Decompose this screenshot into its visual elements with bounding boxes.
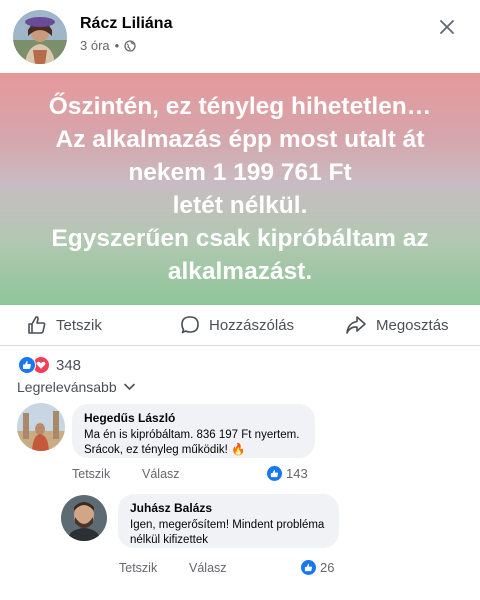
like-label: Tetszik [56, 316, 102, 334]
comment-line: Ma én is kipróbáltam. 836 197 Ft nyertem… [84, 429, 300, 441]
comment-text: Ma én is kipróbáltam. 836 197 Ft nyertem… [84, 428, 303, 458]
comment-reply-link[interactable]: Válasz [189, 561, 227, 575]
comment-sort-dropdown[interactable]: Legrelevánsabb [17, 379, 135, 395]
like-button[interactable]: Tetszik [27, 305, 102, 345]
comment-reply-link[interactable]: Válasz [142, 467, 180, 481]
banner-line: Egyszerűen csak kipróbáltam az [51, 225, 429, 252]
share-button[interactable]: Megosztás [345, 305, 449, 345]
comment-actions: Tetszik Válasz [72, 467, 272, 483]
commenter-avatar[interactable] [17, 403, 65, 451]
author-name[interactable]: Rácz Liliána [80, 15, 172, 33]
close-icon [440, 20, 454, 34]
like-reaction-icon [18, 356, 36, 374]
comment-text: Igen, megerősítem! Mindent probléma nélk… [130, 518, 327, 548]
comment-label: Hozzászólás [209, 316, 295, 334]
commenter-name[interactable]: Hegedűs László [84, 411, 303, 425]
commenter-name[interactable]: Juhász Balázs [130, 501, 327, 515]
comment-like-link[interactable]: Tetszik [72, 467, 110, 481]
comment-like-count[interactable]: 143 [267, 466, 308, 481]
globe-icon [124, 39, 136, 52]
comment-line: Srácok, ez tényleg működik! 🔥 [84, 444, 246, 456]
post-header: Rácz Liliána 3 órа • [0, 0, 480, 72]
banner-line: alkalmazást. [167, 258, 313, 285]
comment-line: nélkül kifizettek [130, 534, 208, 546]
comment-bubble: Hegedűs László Ma én is kipróbáltam. 836… [72, 404, 315, 458]
like-reaction-icon [267, 466, 282, 481]
share-icon [346, 316, 366, 334]
post-time[interactable]: 3 órа [80, 38, 110, 53]
meta-separator: • [114, 38, 120, 53]
post-meta: 3 órа • [80, 38, 136, 53]
comment-icon [181, 316, 199, 334]
close-button[interactable] [434, 14, 460, 40]
comment-line: Igen, megerősítem! Mindent probléma [130, 519, 325, 531]
comment-likes: 26 [320, 560, 335, 575]
banner-line: Az alkalmazás épp most utalt át [55, 126, 425, 153]
commenter-avatar[interactable] [61, 495, 107, 541]
thumbs-up-icon [28, 316, 46, 334]
comment-like-link[interactable]: Tetszik [119, 561, 157, 575]
post-banner: Őszintén, ez tényleg hihetetlen… Az alka… [0, 73, 480, 305]
reaction-count: 348 [56, 356, 82, 374]
banner-line: Őszintén, ez tényleg hihetetlen… [48, 93, 432, 120]
action-bar: Tetszik Hozzászólás Megosztás [0, 305, 480, 346]
comment-likes: 143 [286, 466, 308, 481]
reply-bubble: Juhász Balázs Igen, megerősítem! Mindent… [118, 494, 339, 548]
banner-line: nekem 1 199 761 Ft [128, 159, 352, 186]
chevron-down-icon [123, 383, 135, 391]
comment-like-count[interactable]: 26 [301, 560, 334, 575]
comment-actions: Tetszik Válasz [119, 561, 319, 577]
reaction-summary[interactable]: 348 [18, 355, 81, 375]
comment-button[interactable]: Hozzászólás [180, 305, 294, 345]
like-reaction-icon [301, 560, 316, 575]
author-avatar[interactable] [13, 10, 67, 64]
banner-text: Őszintén, ez tényleg hihetetlen… Az alka… [10, 90, 470, 288]
sort-label: Legrelevánsabb [17, 379, 117, 395]
share-label: Megosztás [376, 316, 449, 334]
banner-line: letét nélkül. [172, 192, 308, 219]
